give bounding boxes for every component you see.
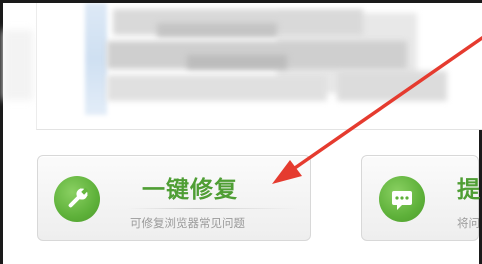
blurred-strip — [85, 3, 107, 115]
blurred-side-content — [3, 30, 33, 100]
blurred-block — [157, 23, 277, 37]
feedback-title: 提 — [457, 177, 481, 203]
repair-title: 一键修复 — [142, 177, 238, 203]
blurred-block — [337, 71, 447, 101]
blurred-content-panel — [36, 3, 482, 130]
blurred-block — [107, 75, 327, 101]
repair-description: 可修复浏览器常见问题 — [130, 216, 245, 230]
blurred-block — [187, 55, 287, 69]
feedback-button[interactable]: 提 将问 — [361, 155, 481, 241]
card-divider — [128, 208, 298, 209]
one-click-repair-button[interactable]: 一键修复 可修复浏览器常见问题 — [37, 155, 311, 241]
chat-bubble-icon — [379, 176, 425, 222]
feedback-description: 将问 — [457, 216, 480, 230]
wrench-icon — [54, 176, 100, 222]
